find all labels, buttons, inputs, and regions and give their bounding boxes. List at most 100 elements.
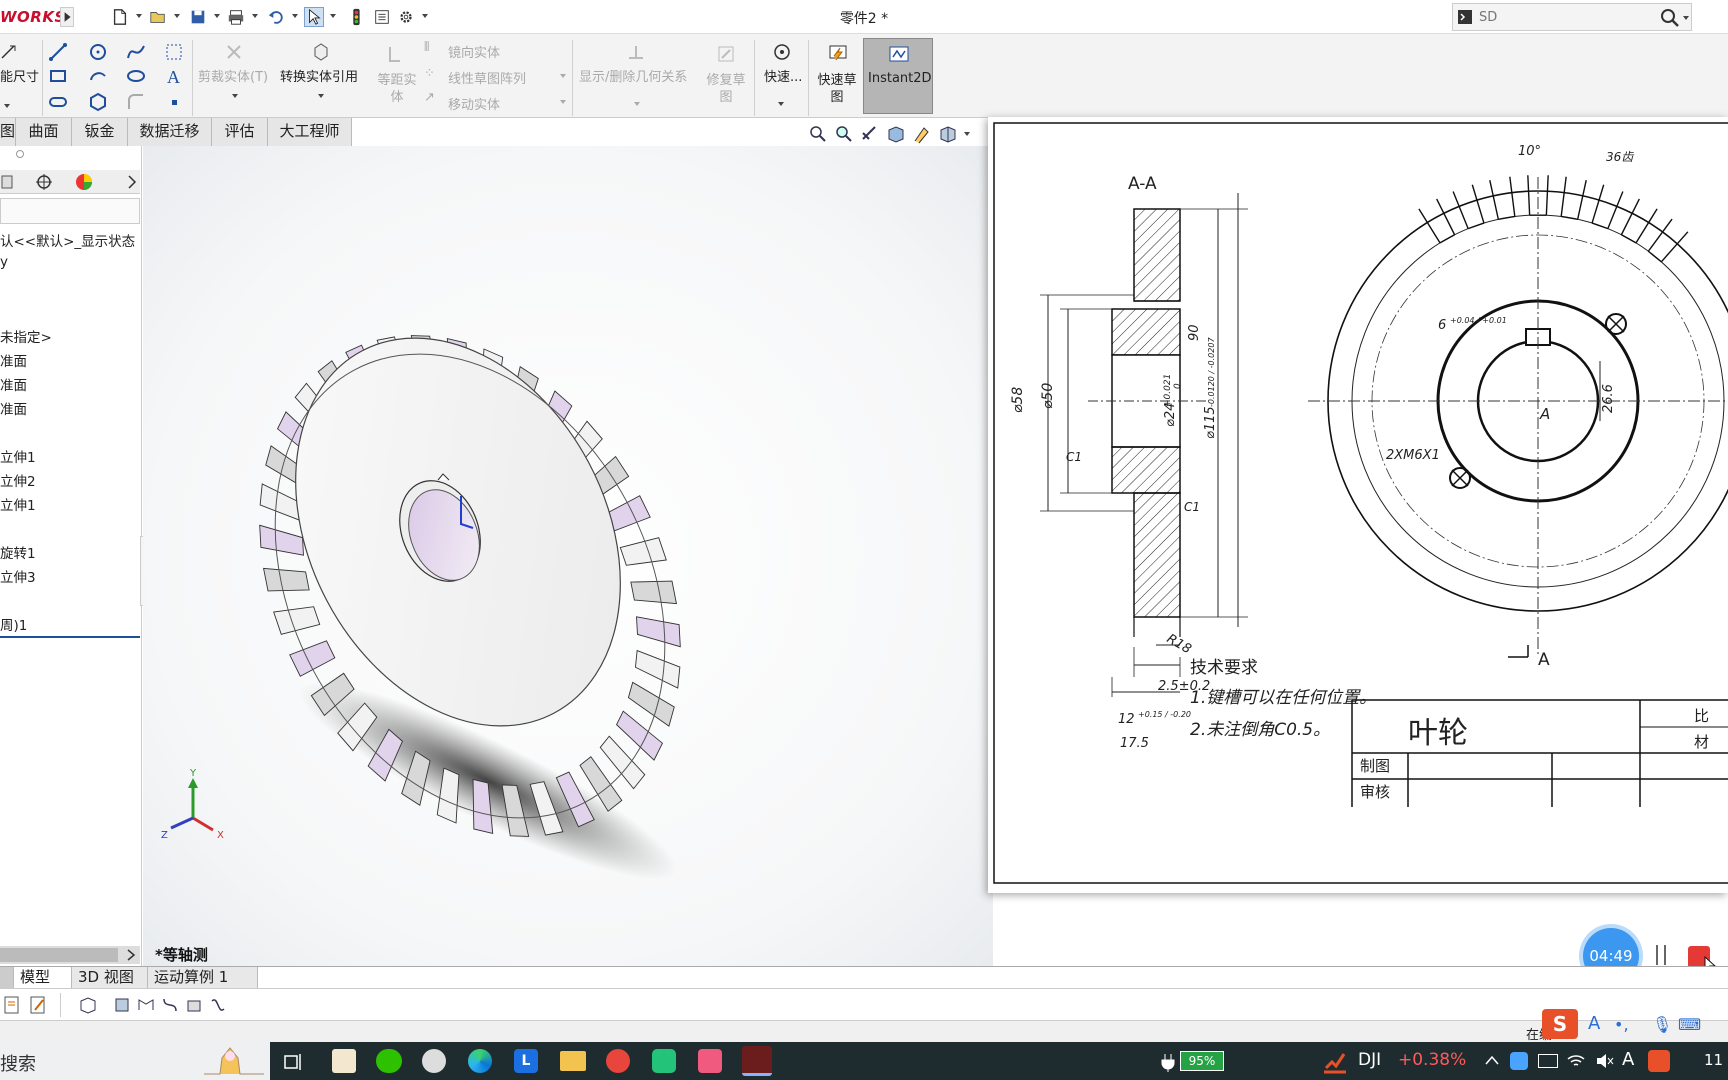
menu-expand-button[interactable] <box>60 7 74 27</box>
quick-snaps-dropdown[interactable] <box>778 102 784 106</box>
repair-sketch-label[interactable]: 修复草 图 <box>702 72 750 106</box>
ellipse-icon[interactable] <box>126 66 146 86</box>
tree-item-extrude3[interactable]: 立伸3 <box>0 566 36 586</box>
open-dropdown[interactable] <box>174 14 180 18</box>
ime-keyboard-icon[interactable]: ⌨ <box>1678 1015 1701 1034</box>
spline-icon[interactable] <box>126 42 146 62</box>
trim-entities-icon[interactable] <box>224 42 244 62</box>
print-dropdown[interactable] <box>252 14 258 18</box>
save-dropdown[interactable] <box>214 14 220 18</box>
sogou-tray-icon[interactable] <box>1648 1050 1670 1072</box>
tab-sheet-metal[interactable]: 钣金 <box>72 118 128 146</box>
tab-sketch[interactable]: 图 <box>0 118 16 146</box>
relations-dropdown[interactable] <box>634 102 640 106</box>
edit-document-icon[interactable] <box>28 995 48 1015</box>
slot-icon[interactable] <box>48 92 68 112</box>
horizontal-scrollbar[interactable] <box>0 946 140 964</box>
isometric-view-icon[interactable] <box>78 995 98 1015</box>
battery-indicator[interactable]: 95% <box>1180 1051 1224 1071</box>
repair-sketch-icon[interactable] <box>716 44 736 64</box>
select-dropdown[interactable] <box>330 14 336 18</box>
search-box[interactable] <box>1452 3 1692 31</box>
tree-filter-input[interactable] <box>0 198 140 224</box>
video-player-icon[interactable] <box>652 1049 676 1073</box>
power-plug-icon[interactable] <box>1158 1052 1178 1072</box>
undo-button[interactable] <box>266 7 286 27</box>
options-dropdown[interactable] <box>422 14 428 18</box>
text-icon[interactable]: A <box>164 66 184 86</box>
wechat-icon[interactable] <box>376 1049 402 1073</box>
rebuild-button[interactable] <box>346 7 366 27</box>
mate-icon[interactable] <box>208 995 228 1015</box>
chevron-right-icon[interactable] <box>126 174 138 190</box>
instant2d-button[interactable]: Instant2D <box>863 38 933 114</box>
tab-evaluate[interactable]: 评估 <box>212 118 268 146</box>
smart-dimension-icon[interactable] <box>0 42 20 62</box>
circle-icon[interactable] <box>88 42 108 62</box>
tab-motion-study[interactable]: 运动算例 1 <box>148 967 258 989</box>
document-icon[interactable] <box>2 995 22 1015</box>
edge-browser-icon[interactable] <box>468 1049 492 1073</box>
offset-entities-label[interactable]: 等距实 体 <box>374 72 420 106</box>
search-input[interactable] <box>1479 4 1659 30</box>
quick-snaps-label[interactable]: 快速... <box>764 66 802 85</box>
tree-item-circular-pattern1[interactable]: 周)1 <box>0 614 27 634</box>
trim-dropdown[interactable] <box>232 94 238 98</box>
undo-dropdown[interactable] <box>292 14 298 18</box>
tree-item-front-plane[interactable]: 准面 <box>0 350 27 370</box>
mirror-entities-label[interactable]: 镜向实体 <box>448 42 500 61</box>
config-manager-icon[interactable] <box>0 172 16 192</box>
zoom-to-fit-icon[interactable] <box>808 124 828 144</box>
tab-data-migration[interactable]: 数据迁移 <box>128 118 212 146</box>
show-delete-relations-label[interactable]: 显示/删除几何关系 <box>579 66 687 85</box>
arc-icon[interactable] <box>88 66 108 86</box>
tab-model[interactable]: 模型 <box>14 967 72 989</box>
pause-button[interactable] <box>1656 945 1676 967</box>
polygon-icon[interactable] <box>88 92 108 112</box>
move-dropdown[interactable] <box>560 100 566 104</box>
linear-pattern-dropdown[interactable] <box>560 74 566 78</box>
view-orientation-icon[interactable] <box>938 124 958 144</box>
search-icon[interactable] <box>1659 7 1681 29</box>
lenovo-app-icon[interactable]: L <box>514 1049 538 1073</box>
panel-splitter-handle[interactable] <box>16 150 24 158</box>
fillet-icon[interactable] <box>126 92 146 112</box>
view-orientation-dropdown[interactable] <box>964 132 970 136</box>
tree-item-extrude2[interactable]: 立伸2 <box>0 470 36 490</box>
display-manager-icon[interactable] <box>74 172 94 192</box>
quick-snaps-icon[interactable] <box>772 42 792 62</box>
scrollbar-thumb[interactable] <box>0 948 118 962</box>
impeller-3d-model[interactable]: Y X Z <box>143 146 993 966</box>
stock-chart-icon[interactable] <box>1322 1048 1348 1074</box>
sogou-ime-icon[interactable]: S <box>1542 1009 1578 1039</box>
dynamic-annotation-icon[interactable] <box>912 124 932 144</box>
tree-item-material[interactable]: 未指定> <box>0 326 52 346</box>
linear-pattern-icon[interactable]: ⁘ <box>424 66 435 81</box>
convert-entities-icon[interactable] <box>311 42 331 62</box>
ime-punct-icon[interactable]: •, <box>1614 1015 1629 1034</box>
ime-indicator[interactable]: A <box>1622 1049 1634 1070</box>
route-icon[interactable] <box>160 995 180 1015</box>
select-button[interactable] <box>304 7 324 27</box>
open-file-button[interactable] <box>148 7 168 27</box>
explode-icon[interactable] <box>184 995 204 1015</box>
move-entities-label[interactable]: 移动实体 <box>448 94 500 113</box>
wifi-icon[interactable] <box>1566 1051 1586 1071</box>
previous-view-icon[interactable] <box>860 124 880 144</box>
mirror-icon[interactable]: ⫴ <box>424 40 429 55</box>
section-view-icon[interactable] <box>886 124 906 144</box>
rapid-sketch-icon[interactable] <box>828 42 848 62</box>
chevron-up-icon[interactable] <box>1484 1054 1500 1066</box>
tab-plugin[interactable]: 大工程师 <box>268 118 352 146</box>
smart-dimension-dropdown[interactable] <box>4 104 10 108</box>
taskbar-search-box[interactable]: 搜索 <box>0 1042 270 1080</box>
new-dropdown[interactable] <box>136 14 142 18</box>
move-icon[interactable]: ↗ <box>424 90 435 105</box>
front-view-icon[interactable] <box>112 995 132 1015</box>
solidworks-taskbar-icon[interactable] <box>742 1046 772 1076</box>
stock-name[interactable]: DJI <box>1358 1050 1381 1070</box>
taskbar-app-avatar[interactable] <box>332 1049 356 1073</box>
tree-item-right-plane[interactable]: 准面 <box>0 398 27 418</box>
clock-time[interactable]: 11 <box>1704 1051 1723 1069</box>
rectangle-icon[interactable] <box>48 66 68 86</box>
